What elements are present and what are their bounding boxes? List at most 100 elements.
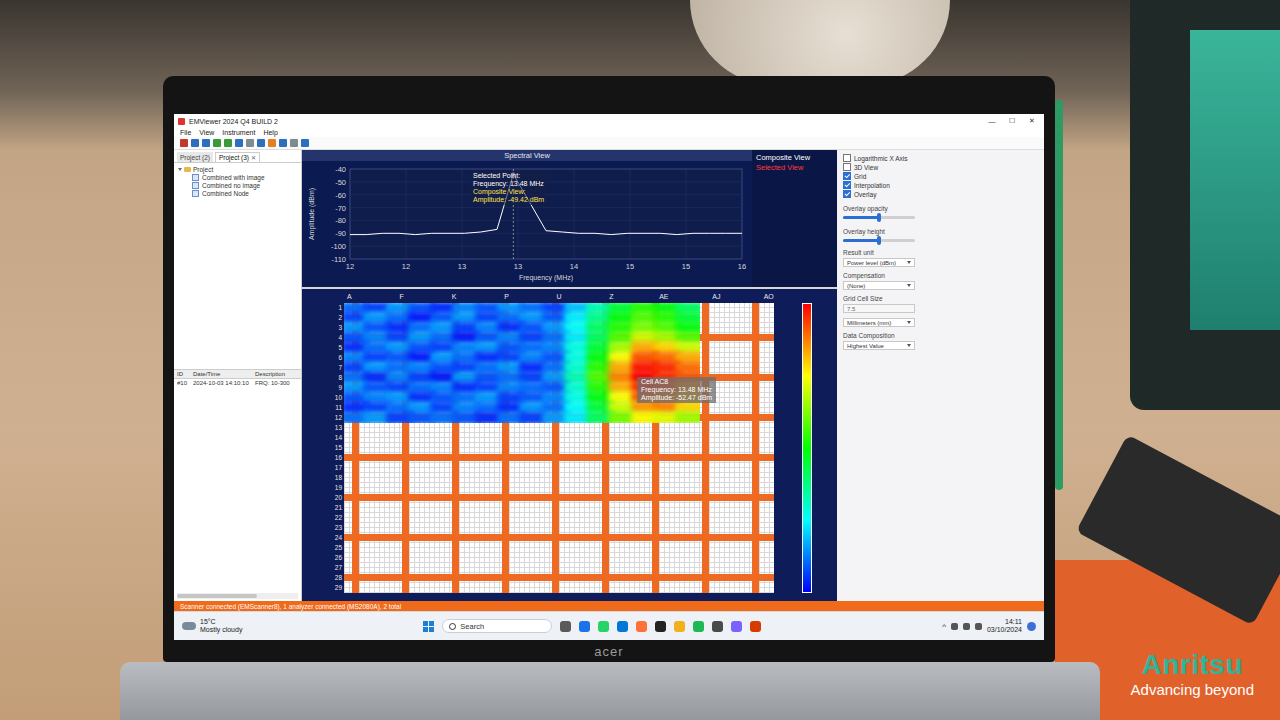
clock[interactable]: 14:1103/10/2024 xyxy=(987,618,1022,634)
slider-thumb[interactable] xyxy=(877,236,881,245)
dropdown-arrow-icon xyxy=(907,344,911,347)
app-icon[interactable] xyxy=(598,621,609,632)
tool-icon[interactable] xyxy=(224,139,232,147)
expand-icon[interactable] xyxy=(178,168,182,171)
notification-icon[interactable] xyxy=(1027,622,1036,631)
temperature: 15°C xyxy=(200,618,242,626)
dropdown[interactable]: (None) xyxy=(843,281,915,290)
column-header[interactable]: Date/Time xyxy=(193,371,255,377)
checkbox[interactable] xyxy=(843,181,851,189)
tool-icon[interactable] xyxy=(202,139,210,147)
menu-item[interactable]: Instrument xyxy=(222,129,255,136)
app-icon[interactable] xyxy=(674,621,685,632)
text-field[interactable]: 7.5 xyxy=(843,304,915,313)
field-label: Result unit xyxy=(843,249,1038,256)
dropdown[interactable]: Power level (dBm) xyxy=(843,258,915,267)
menu-item[interactable]: File xyxy=(180,129,191,136)
dropdown-value: Millimeters (mm) xyxy=(847,320,907,326)
time: 14:11 xyxy=(1005,618,1022,626)
volume-icon[interactable] xyxy=(963,623,970,630)
network-icon[interactable] xyxy=(951,623,958,630)
tree-item[interactable]: Combined with image xyxy=(178,174,297,181)
tool-icon[interactable] xyxy=(257,139,265,147)
taskbar: 15°CMostly cloudy Search ^ 14:1103/10/2024 xyxy=(174,611,1044,640)
heatmap-view: AFKPUZAEAJAO1234567891011121314151617181… xyxy=(302,289,837,601)
project-tab[interactable]: Project (2) xyxy=(177,152,213,162)
heat-cell[interactable] xyxy=(675,412,700,423)
x-tick: 15 xyxy=(682,262,690,271)
project-tab[interactable]: Project (3) ✕ xyxy=(215,152,260,162)
app-icon[interactable] xyxy=(655,621,666,632)
checkbox-row[interactable]: Overlay xyxy=(843,190,1038,198)
y-tick: -40 xyxy=(335,165,346,174)
status-bar: Scanner connected (EMScanner8), 1 analyz… xyxy=(174,601,1044,611)
slider-track[interactable] xyxy=(843,216,915,219)
row-label: 27 xyxy=(328,563,342,573)
tree-item-label: Combined with image xyxy=(202,174,265,181)
battery-icon[interactable] xyxy=(975,623,982,630)
app-icon[interactable] xyxy=(712,621,723,632)
board-overlay-plot[interactable]: Cell AC8Frequency: 13.48 MHzAmplitude: -… xyxy=(344,303,774,593)
weather-widget[interactable]: 15°CMostly cloudy xyxy=(182,618,242,634)
checkbox-row[interactable]: Logarithmic X Axis xyxy=(843,154,1038,162)
row-label: 13 xyxy=(328,423,342,433)
tool-icon[interactable] xyxy=(301,139,309,147)
app-body: Project (2) Project (3) ✕ProjectCombined… xyxy=(174,150,1044,601)
slider-track[interactable] xyxy=(843,239,915,242)
column-header[interactable]: ID xyxy=(177,371,193,377)
legend-item[interactable]: Selected View xyxy=(756,163,833,172)
tool-icon[interactable] xyxy=(246,139,254,147)
checkbox-row[interactable]: Grid xyxy=(843,172,1038,180)
dropdown-arrow-icon xyxy=(907,261,911,264)
legend-item[interactable]: Composite View xyxy=(756,153,833,162)
tool-icon[interactable] xyxy=(235,139,243,147)
row-label: 22 xyxy=(328,513,342,523)
tree-item[interactable]: Combined no image xyxy=(178,182,297,189)
windows-start-icon[interactable] xyxy=(423,621,434,632)
window-control[interactable]: ☐ xyxy=(1004,117,1020,125)
app-icon[interactable] xyxy=(560,621,571,632)
checkbox[interactable] xyxy=(843,154,851,162)
dropdown[interactable]: Millimeters (mm) xyxy=(843,318,915,327)
app-icon[interactable] xyxy=(579,621,590,632)
app-icon[interactable] xyxy=(750,621,761,632)
checkbox[interactable] xyxy=(843,172,851,180)
tool-icon[interactable] xyxy=(191,139,199,147)
menu-item[interactable]: View xyxy=(199,129,214,136)
window-control[interactable]: — xyxy=(984,118,1000,125)
tool-icon[interactable] xyxy=(268,139,276,147)
taskbar-search[interactable]: Search xyxy=(442,619,552,633)
row-label: 26 xyxy=(328,553,342,563)
spacer xyxy=(774,293,802,303)
checkbox[interactable] xyxy=(843,163,851,171)
app-icon[interactable] xyxy=(636,621,647,632)
tree-item[interactable]: Combined Node xyxy=(178,190,297,197)
table-cell: #10 xyxy=(177,380,193,386)
app-icon[interactable] xyxy=(731,621,742,632)
table-row[interactable]: #102024-10-03 14:10:10FRQ: 10-300 xyxy=(174,379,301,387)
y-tick: -60 xyxy=(335,191,346,200)
checkbox-row[interactable]: Interpolation xyxy=(843,181,1038,189)
window-control[interactable]: ✕ xyxy=(1024,117,1040,125)
checkbox-row[interactable]: 3D View xyxy=(843,163,1038,171)
laptop-deck xyxy=(120,662,1100,720)
tool-icon[interactable] xyxy=(290,139,298,147)
slider-thumb[interactable] xyxy=(877,213,881,222)
table-empty-area xyxy=(174,387,301,591)
tree-root[interactable]: Project xyxy=(178,166,297,173)
option-field: Compensation(None) xyxy=(843,272,1038,290)
checkbox[interactable] xyxy=(843,190,851,198)
dropdown[interactable]: Highest Value xyxy=(843,341,915,350)
tray-overflow[interactable]: ^ xyxy=(942,622,946,631)
app-icon[interactable] xyxy=(617,621,628,632)
tab-close-icon[interactable]: ✕ xyxy=(251,154,256,161)
tool-icon[interactable] xyxy=(180,139,188,147)
tool-icon[interactable] xyxy=(279,139,287,147)
scroll-thumb[interactable] xyxy=(177,594,257,598)
column-header[interactable]: Description xyxy=(255,371,298,377)
y-tick: -90 xyxy=(335,229,346,238)
tool-icon[interactable] xyxy=(213,139,221,147)
horizontal-scrollbar[interactable] xyxy=(177,593,298,599)
app-icon[interactable] xyxy=(693,621,704,632)
menu-item[interactable]: Help xyxy=(263,129,277,136)
